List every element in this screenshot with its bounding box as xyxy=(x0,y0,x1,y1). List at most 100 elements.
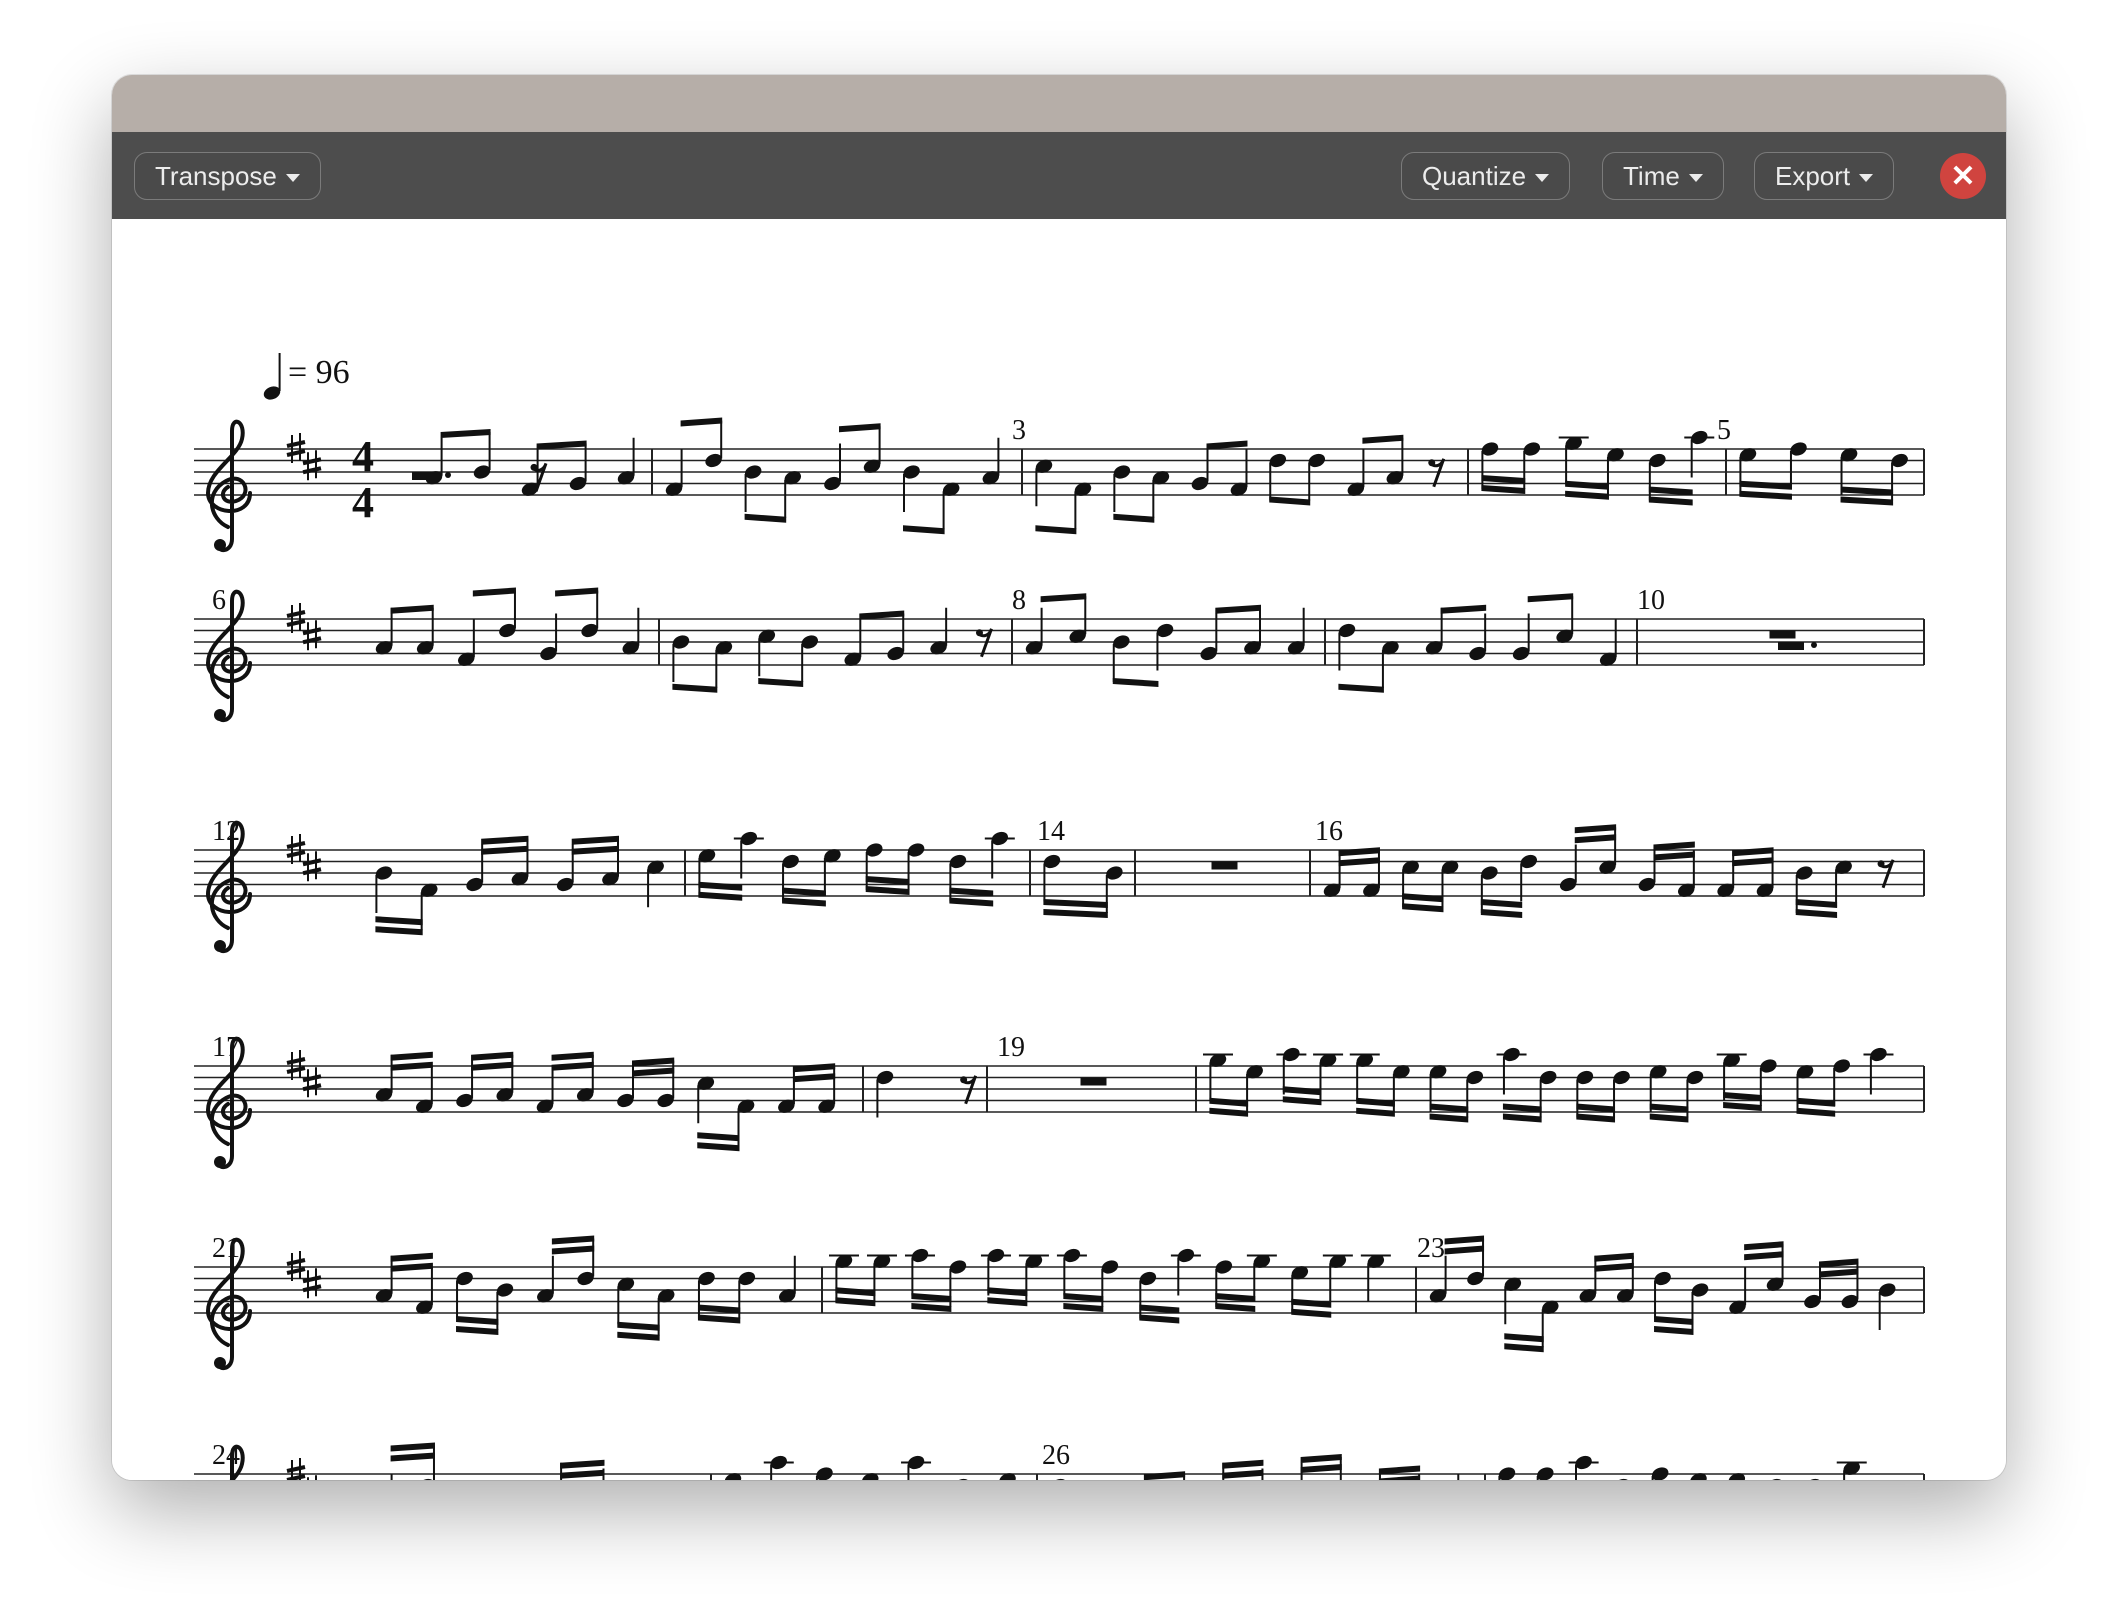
beam xyxy=(1222,1459,1264,1469)
beam xyxy=(835,1287,876,1297)
beam xyxy=(481,835,529,845)
beam xyxy=(911,1303,952,1312)
time-dropdown[interactable]: Time xyxy=(1602,152,1724,200)
beam xyxy=(1206,440,1248,450)
beam xyxy=(697,1314,741,1324)
title-bar[interactable] xyxy=(112,75,2006,132)
beam xyxy=(1291,1308,1332,1318)
measure-number: 19 xyxy=(997,1032,1025,1063)
beam xyxy=(617,1331,660,1341)
sheet-music: 3 544= 966 8 1012 14 1617 1921 2324 26 xyxy=(194,353,1925,1480)
beam xyxy=(390,604,434,614)
beam xyxy=(987,1297,1028,1307)
beam xyxy=(1574,834,1617,844)
time-label: Time xyxy=(1623,160,1680,191)
close-button[interactable]: ✕ xyxy=(1940,153,1986,199)
quantize-label: Quantize xyxy=(1422,160,1527,191)
chevron-down-icon xyxy=(1688,173,1703,182)
beam xyxy=(1648,486,1693,496)
beam xyxy=(1139,1304,1180,1314)
beam xyxy=(1378,1475,1421,1480)
note-head xyxy=(862,1473,879,1480)
note-head xyxy=(953,1478,971,1480)
beam xyxy=(1653,841,1695,851)
beam xyxy=(1649,1103,1689,1113)
beam xyxy=(472,587,516,597)
staff-system: 12 14 16 xyxy=(194,816,1925,953)
beam xyxy=(1565,480,1609,490)
staff-system: 3 5 44 = 96 xyxy=(194,353,1925,552)
transpose-label: Transpose xyxy=(155,160,277,191)
beam xyxy=(390,1061,433,1071)
beam xyxy=(1063,1293,1104,1302)
measure-number: 16 xyxy=(1315,816,1343,847)
beam xyxy=(1356,1097,1395,1107)
beam xyxy=(1282,1086,1322,1096)
beam xyxy=(987,1287,1028,1297)
beam xyxy=(1429,1103,1469,1113)
sharp-icon xyxy=(302,858,322,876)
clef-dot xyxy=(214,1357,226,1369)
beam xyxy=(1215,1303,1256,1312)
beam xyxy=(1649,1113,1689,1123)
beam xyxy=(571,835,619,845)
staff-system: 24 26 xyxy=(194,1440,1925,1480)
beam xyxy=(1502,1113,1542,1123)
measure-number: 17 xyxy=(212,1032,240,1063)
quantize-dropdown[interactable]: Quantize xyxy=(1401,152,1571,200)
beam xyxy=(571,845,619,855)
beam xyxy=(1402,903,1444,913)
beam xyxy=(1282,1096,1322,1106)
beam xyxy=(1356,1107,1395,1117)
chevron-down-icon xyxy=(285,173,300,182)
beam xyxy=(555,587,599,597)
sharp-icon xyxy=(291,834,301,864)
measure-number: 14 xyxy=(1037,816,1065,847)
beam xyxy=(1444,1235,1485,1245)
beam xyxy=(1035,525,1077,535)
tempo-marking: = 96 xyxy=(288,354,350,391)
beam xyxy=(1209,1107,1249,1117)
beam xyxy=(1139,1314,1180,1324)
beam xyxy=(1576,1113,1616,1123)
measure-number: 5 xyxy=(1717,415,1731,446)
beam xyxy=(1480,909,1523,918)
beam xyxy=(1113,513,1155,523)
close-icon: ✕ xyxy=(1950,159,1976,193)
sharp-icon xyxy=(302,1275,322,1293)
clef-dot xyxy=(214,539,226,551)
beam xyxy=(1594,1252,1634,1262)
beam xyxy=(1648,496,1693,506)
measure-number: 3 xyxy=(1012,415,1026,446)
beam xyxy=(1527,593,1574,603)
beam xyxy=(1040,593,1087,603)
beam xyxy=(1723,1092,1762,1101)
beam xyxy=(560,1459,605,1469)
beam xyxy=(1480,899,1523,908)
beam xyxy=(551,1235,595,1245)
beam xyxy=(1732,847,1774,857)
transpose-dropdown[interactable]: Transpose xyxy=(134,152,321,200)
half-rest-icon xyxy=(1778,642,1804,650)
beam xyxy=(865,876,910,885)
beam xyxy=(1440,604,1487,614)
beam xyxy=(1565,490,1609,500)
beam xyxy=(1402,893,1444,903)
beam xyxy=(1819,1268,1859,1278)
beam xyxy=(949,887,994,897)
rest-dot xyxy=(1428,459,1436,467)
sharp-icon xyxy=(291,1251,301,1281)
beam xyxy=(375,916,423,926)
beam xyxy=(551,1245,595,1255)
export-dropdown[interactable]: Export xyxy=(1754,152,1895,200)
measure-number: 26 xyxy=(1042,1440,1070,1471)
beam xyxy=(471,1061,514,1071)
sharp-icon xyxy=(302,1074,322,1092)
measure-number: 23 xyxy=(1417,1233,1445,1264)
beam xyxy=(1502,1103,1542,1113)
half-rest-icon xyxy=(1080,1077,1107,1086)
beam xyxy=(697,1142,740,1152)
beam xyxy=(1576,1103,1616,1113)
sheet-music-area[interactable]: 3 5 4 4 = 96 6 8 10 12 14 16 17 19 21 23 24 26 xyxy=(112,219,2006,1480)
beam xyxy=(440,429,491,438)
